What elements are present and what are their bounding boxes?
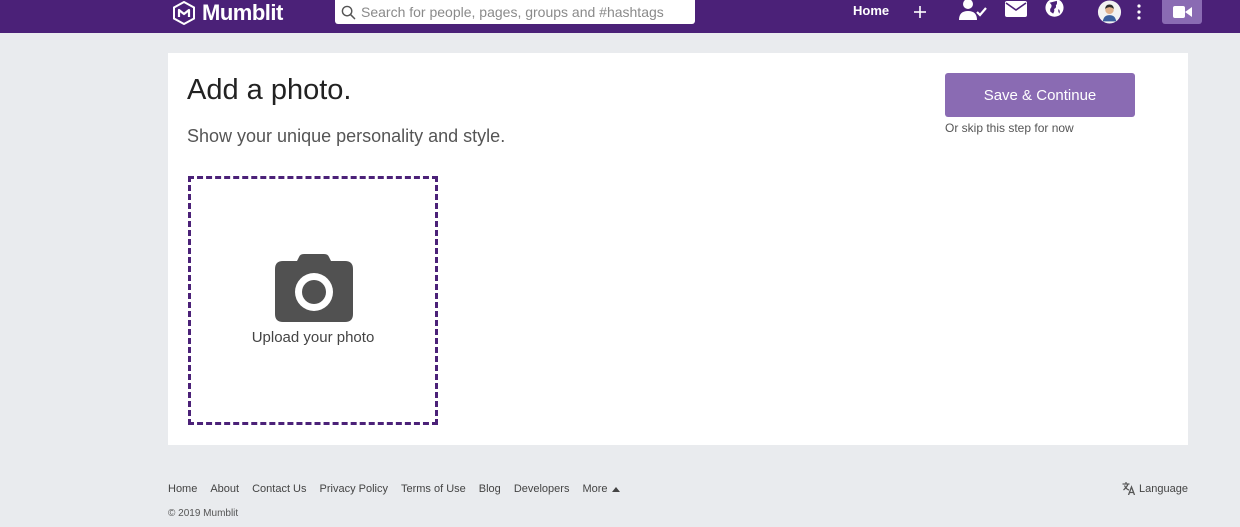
- logo[interactable]: Mumblit: [172, 0, 283, 26]
- footer-link-privacy-policy[interactable]: Privacy Policy: [320, 483, 388, 495]
- video-icon: [1172, 6, 1192, 18]
- search-icon: [341, 5, 356, 19]
- language-selector[interactable]: Language: [1122, 482, 1188, 495]
- page-title: Add a photo.: [187, 74, 352, 106]
- camera-icon: [275, 254, 353, 322]
- upload-photo-label: Upload your photo: [251, 329, 375, 346]
- footer-link-about[interactable]: About: [210, 483, 239, 495]
- page-subtitle: Show your unique personality and style.: [187, 126, 506, 146]
- copyright: © 2019 Mumblit: [168, 508, 239, 519]
- search-bar[interactable]: [335, 0, 695, 24]
- caret-up-icon: [611, 486, 620, 492]
- brand-name: Mumblit: [202, 0, 283, 25]
- footer-more-menu[interactable]: More: [582, 483, 620, 495]
- footer-link-developers[interactable]: Developers: [514, 483, 570, 495]
- add-photo-card: Add a photo. Show your unique personalit…: [168, 53, 1188, 445]
- messages-icon[interactable]: [1005, 1, 1027, 17]
- more-vertical-icon[interactable]: [1136, 4, 1142, 20]
- save-continue-button[interactable]: Save & Continue: [945, 73, 1135, 117]
- footer-link-home[interactable]: Home: [168, 483, 197, 495]
- skip-step-link[interactable]: Or skip this step for now: [945, 121, 1074, 135]
- nav-home-link[interactable]: Home: [853, 3, 889, 18]
- footer-more-label: More: [582, 483, 608, 495]
- video-call-button[interactable]: [1162, 0, 1202, 24]
- footer-link-contact-us[interactable]: Contact Us: [252, 483, 306, 495]
- plus-icon[interactable]: [912, 4, 928, 20]
- footer-link-blog[interactable]: Blog: [479, 483, 501, 495]
- translate-icon: [1122, 482, 1136, 495]
- avatar[interactable]: [1096, 0, 1123, 24]
- upload-photo-dropzone[interactable]: Upload your photo: [188, 176, 438, 425]
- top-navigation-bar: Mumblit Home: [0, 0, 1240, 33]
- language-label: Language: [1139, 482, 1188, 495]
- search-input[interactable]: [361, 4, 691, 20]
- footer-link-terms-of-use[interactable]: Terms of Use: [401, 483, 466, 495]
- friend-requests-icon[interactable]: [958, 0, 988, 20]
- globe-icon[interactable]: [1044, 0, 1065, 19]
- mumblit-logo-icon: [173, 1, 195, 25]
- footer-links: Home About Contact Us Privacy Policy Ter…: [168, 483, 620, 495]
